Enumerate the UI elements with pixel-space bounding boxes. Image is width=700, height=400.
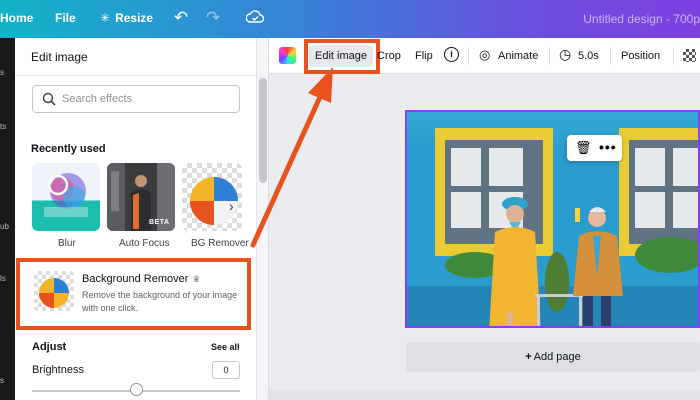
chevron-right-icon[interactable]: › <box>229 198 234 214</box>
brightness-label: Brightness <box>32 364 84 376</box>
effect-auto-focus-thumbnail[interactable]: BETA <box>107 163 175 231</box>
bg-remover-thumbnail <box>34 271 74 311</box>
photo-plant <box>635 237 698 273</box>
panel-scrollbar[interactable] <box>257 38 269 400</box>
undo-icon[interactable]: ↶ <box>174 8 188 28</box>
see-all-link[interactable]: See all <box>211 342 240 352</box>
sparkle-icon: ✳ <box>100 11 111 25</box>
color-picker-icon[interactable] <box>279 47 296 64</box>
rail-item[interactable]: s <box>0 68 4 77</box>
rail-item[interactable]: ub <box>0 222 9 231</box>
rail-item[interactable]: s <box>0 376 4 385</box>
home-button[interactable]: Home <box>0 11 33 25</box>
toolbar-divider <box>549 47 550 65</box>
background-remover-card[interactable]: Background Remover ♛ Remove the backgroun… <box>16 258 251 330</box>
toolbar-divider <box>673 47 674 65</box>
search-placeholder: Search effects <box>62 93 133 105</box>
bg-remover-title: Background Remover <box>82 273 189 285</box>
resize-label: Resize <box>115 11 154 25</box>
rail-item[interactable]: ls <box>0 274 6 283</box>
selected-photo[interactable] <box>405 110 700 328</box>
flip-button[interactable]: Flip <box>415 50 433 62</box>
photo-man <box>573 207 623 326</box>
file-menu[interactable]: File <box>55 11 76 25</box>
effect-bg-remover-label: BG Remover <box>191 238 249 249</box>
bg-remover-description: Remove the background of your image with… <box>82 290 238 313</box>
cloud-saved-icon[interactable] <box>245 9 265 28</box>
add-page-label: Add page <box>533 351 581 363</box>
trash-icon[interactable]: 🗑 <box>575 140 592 156</box>
info-icon[interactable]: i <box>444 47 459 62</box>
more-options-icon[interactable]: ••• <box>599 139 617 155</box>
scrollbar-thumb[interactable] <box>259 78 267 183</box>
toolbar-divider <box>610 47 611 65</box>
effect-blur-thumbnail[interactable] <box>32 163 100 231</box>
effect-bg-remover-thumbnail[interactable] <box>182 163 242 231</box>
add-page-button[interactable]: + Add page <box>406 342 700 372</box>
panel-divider <box>15 75 257 76</box>
bottom-strip <box>269 390 700 400</box>
crown-icon: ♛ <box>192 274 201 284</box>
top-bar: Home File ✳ Resize ↶ ↷ Untitled design - … <box>0 0 700 38</box>
search-input[interactable]: Search effects <box>32 85 240 113</box>
editor-toolbar: Edit image Crop Flip i ◎ Animate ◷ 5.0s … <box>269 38 700 74</box>
toolbar-divider <box>468 47 469 65</box>
document-title[interactable]: Untitled design - 700p <box>583 12 700 26</box>
transparency-icon[interactable] <box>683 49 696 62</box>
left-rail: s ts ub ls s <box>0 38 15 400</box>
resize-button[interactable]: ✳ Resize <box>100 11 153 25</box>
redo-icon[interactable]: ↷ <box>206 8 220 28</box>
clock-icon[interactable]: ◷ <box>559 46 571 63</box>
photo-walker-leg <box>537 294 540 326</box>
panel-title: Edit image <box>31 50 88 64</box>
edit-image-panel: Edit image Search effects Recently used … <box>15 38 257 400</box>
duration-button[interactable]: 5.0s <box>578 50 599 62</box>
brightness-value-input[interactable]: 0 <box>212 361 240 379</box>
adjust-heading: Adjust <box>32 341 67 353</box>
highlight-box <box>304 39 380 74</box>
effect-auto-focus-label: Auto Focus <box>119 238 170 249</box>
position-button[interactable]: Position <box>621 50 660 62</box>
rail-item[interactable]: ts <box>0 122 6 131</box>
plus-icon: + <box>525 351 532 363</box>
animate-icon[interactable]: ◎ <box>479 47 490 63</box>
brightness-slider-handle[interactable] <box>130 383 143 396</box>
recently-used-heading: Recently used <box>31 143 106 155</box>
effect-blur-label: Blur <box>58 238 76 249</box>
beta-badge: BETA <box>149 219 170 226</box>
crop-button[interactable]: Crop <box>377 50 401 62</box>
animate-button[interactable]: Animate <box>498 50 538 62</box>
search-icon <box>42 92 56 106</box>
element-context-toolbar: 🗑 ••• <box>567 135 622 161</box>
